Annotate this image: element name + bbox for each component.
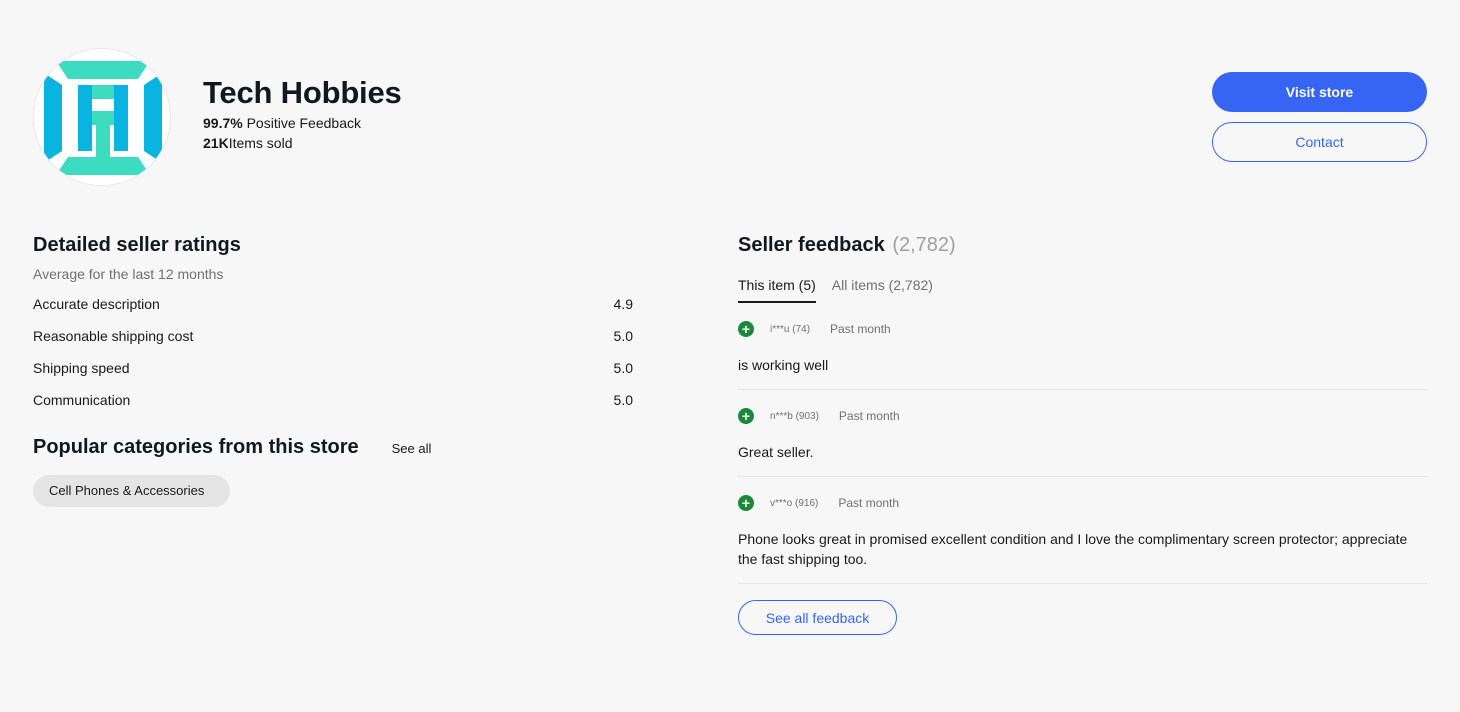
seller-ratings-section: Detailed seller ratings Average for the … [33, 234, 633, 507]
rating-label: Communication [33, 392, 131, 408]
positive-plus-icon: + [738, 321, 754, 337]
feedback-count: (2,782) [892, 234, 956, 256]
category-chip[interactable]: Cell Phones & Accessories [33, 475, 231, 507]
store-logo[interactable] [33, 48, 171, 186]
tab-this-item[interactable]: This item (5) [738, 277, 816, 303]
positive-plus-icon: + [738, 408, 754, 424]
rating-value: 5.0 [613, 328, 633, 344]
positive-feedback-stat: 99.7% Positive Feedback [203, 115, 402, 131]
rating-label: Shipping speed [33, 360, 130, 376]
popular-categories-title: Popular categories from this store [33, 436, 359, 458]
seller-feedback-section: Seller feedback (2,782) This item (5) Al… [738, 234, 1427, 635]
feedback-user: n***b (903) [770, 410, 819, 422]
rating-value: 5.0 [613, 392, 633, 408]
store-name[interactable]: Tech Hobbies [203, 75, 402, 111]
feedback-meta: + i***u (74) Past month [738, 321, 1427, 337]
see-all-feedback-button[interactable]: See all feedback [738, 600, 897, 635]
feedback-title: Seller feedback [738, 234, 885, 256]
positive-plus-icon: + [738, 495, 754, 511]
ratings-title: Detailed seller ratings [33, 234, 241, 256]
feedback-title-row: Seller feedback (2,782) [738, 234, 1427, 257]
items-sold-count: 21K [203, 135, 229, 151]
feedback-item: + v***o (916) Past month Phone looks gre… [738, 477, 1427, 584]
feedback-percent: 99.7% [203, 115, 243, 131]
rating-row: Shipping speed 5.0 [33, 352, 633, 384]
ratings-list: Accurate description 4.9 Reasonable ship… [33, 288, 633, 416]
store-info: Tech Hobbies 99.7% Positive Feedback 21K… [203, 75, 402, 151]
rating-row: Accurate description 4.9 [33, 288, 633, 320]
popular-categories-header: Popular categories from this store See a… [33, 436, 633, 459]
feedback-user: i***u (74) [770, 323, 811, 335]
feedback-user: v***o (916) [770, 497, 819, 509]
feedback-meta: + v***o (916) Past month [738, 495, 1427, 511]
ratings-subtitle: Average for the last 12 months [33, 266, 224, 282]
feedback-time: Past month [838, 496, 900, 510]
see-all-categories-link[interactable]: See all [392, 441, 432, 456]
feedback-text: Great seller. [738, 444, 814, 460]
rating-label: Reasonable shipping cost [33, 328, 194, 344]
feedback-text: Phone looks great in promised excellent … [738, 531, 1408, 567]
feedback-time: Past month [830, 322, 891, 336]
rating-value: 5.0 [613, 360, 633, 376]
items-sold-label: Items sold [228, 135, 293, 151]
feedback-time: Past month [838, 409, 900, 423]
feedback-tabs: This item (5) All items (2,782) [738, 277, 1427, 303]
feedback-item: + n***b (903) Past month Great seller. [738, 390, 1427, 477]
rating-row: Communication 5.0 [33, 384, 633, 416]
contact-button[interactable]: Contact [1212, 122, 1427, 162]
tech-hobbies-logo-icon [34, 49, 170, 185]
feedback-text: is working well [738, 357, 829, 373]
feedback-item: + i***u (74) Past month is working well [738, 303, 1427, 390]
visit-store-button[interactable]: Visit store [1212, 72, 1427, 112]
rating-value: 4.9 [613, 296, 633, 312]
rating-label: Accurate description [33, 296, 160, 312]
rating-row: Reasonable shipping cost 5.0 [33, 320, 633, 352]
feedback-meta: + n***b (903) Past month [738, 408, 1427, 424]
feedback-label: Positive Feedback [246, 115, 361, 131]
store-header: Tech Hobbies 99.7% Positive Feedback 21K… [33, 48, 1427, 188]
tab-all-items[interactable]: All items (2,782) [832, 277, 933, 303]
items-sold-stat: 21KItems sold [203, 135, 402, 151]
